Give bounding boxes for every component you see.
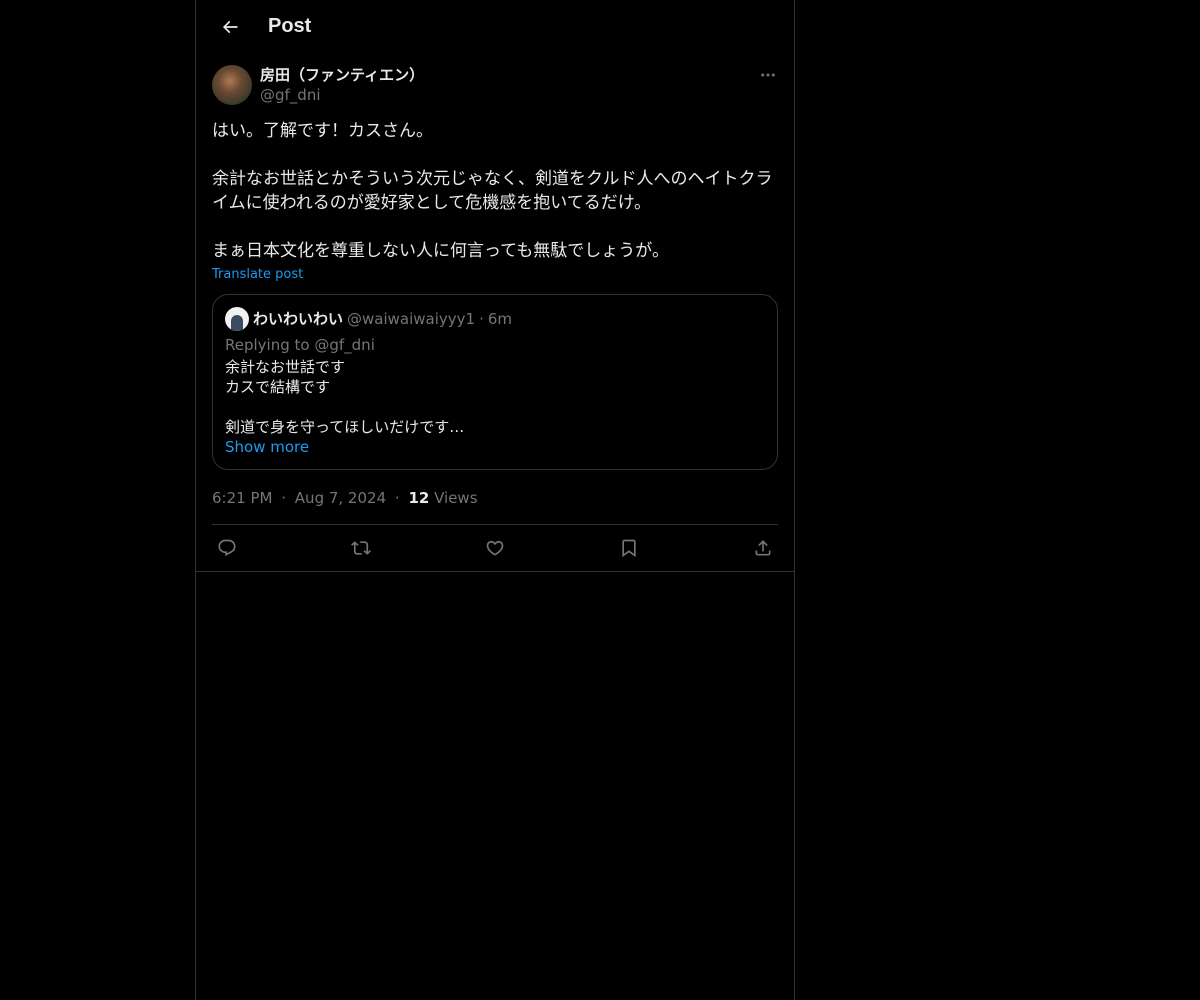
quoted-display-name[interactable]: わいわいわい bbox=[253, 309, 343, 329]
meta-separator-2: · bbox=[394, 489, 400, 507]
author-handle[interactable]: @gf_dni bbox=[260, 85, 424, 105]
repost-button[interactable] bbox=[350, 537, 372, 559]
quoted-post[interactable]: わいわいわい @waiwaiwaiyyy1 · 6m Replying to @… bbox=[212, 294, 778, 470]
post: 房田（ファンティエン） @gf_dni はい。了解です！カスさん。 余計なお世話… bbox=[196, 53, 794, 572]
author-display-name[interactable]: 房田（ファンティエン） bbox=[260, 65, 424, 85]
quoted-post-header: わいわいわい @waiwaiwaiyyy1 · 6m bbox=[225, 307, 765, 331]
more-options-button[interactable] bbox=[758, 65, 778, 85]
post-date[interactable]: Aug 7, 2024 bbox=[295, 489, 386, 507]
quoted-handle[interactable]: @waiwaiwaiyyy1 bbox=[347, 309, 475, 329]
quoted-avatar[interactable] bbox=[225, 307, 249, 331]
like-button[interactable] bbox=[484, 537, 506, 559]
post-meta: 6:21 PM · Aug 7, 2024 · 12 Views bbox=[212, 486, 778, 525]
translate-post-link[interactable]: Translate post bbox=[212, 267, 303, 282]
views-count: 12 bbox=[408, 489, 430, 507]
bookmark-icon bbox=[622, 539, 636, 558]
top-bar: Post bbox=[196, 0, 794, 53]
reply-icon bbox=[218, 539, 236, 557]
heart-icon bbox=[486, 540, 504, 556]
meta-separator-1: · bbox=[281, 489, 287, 507]
author-names: 房田（ファンティエン） @gf_dni bbox=[260, 65, 424, 105]
repost-icon bbox=[351, 541, 371, 555]
post-time[interactable]: 6:21 PM bbox=[212, 489, 272, 507]
back-button[interactable] bbox=[212, 9, 248, 45]
action-bar bbox=[196, 525, 794, 572]
page-title: Post bbox=[268, 15, 312, 37]
reply-button[interactable] bbox=[216, 537, 238, 559]
post-text: はい。了解です！カスさん。 余計なお世話とかそういう次元じゃなく、剣道をクルド人… bbox=[212, 121, 773, 261]
more-dots-icon bbox=[761, 73, 775, 77]
replying-handle[interactable]: @gf_dni bbox=[314, 336, 375, 354]
share-button[interactable] bbox=[752, 537, 774, 559]
quoted-avatar-figure bbox=[231, 315, 243, 331]
quoted-time[interactable]: 6m bbox=[488, 309, 512, 329]
main-column: Post 房田（ファンティエン） @gf_dni はい。了解です！カスさん。 余… bbox=[195, 0, 795, 1000]
replying-to: Replying to @gf_dni bbox=[225, 335, 765, 355]
replying-prefix: Replying to bbox=[225, 336, 310, 354]
quoted-post-text: 余計なお世話です カスで結構です 剣道で身を守ってほしいだけです… bbox=[225, 358, 465, 436]
author-row: 房田（ファンティエン） @gf_dni bbox=[212, 65, 778, 105]
bookmark-button[interactable] bbox=[618, 537, 640, 559]
arrow-left-icon bbox=[222, 20, 238, 33]
avatar[interactable] bbox=[212, 65, 252, 105]
separator-dot: · bbox=[479, 310, 484, 328]
views-label: Views bbox=[434, 489, 478, 507]
share-icon bbox=[755, 540, 771, 556]
show-more-link[interactable]: Show more bbox=[225, 437, 309, 457]
